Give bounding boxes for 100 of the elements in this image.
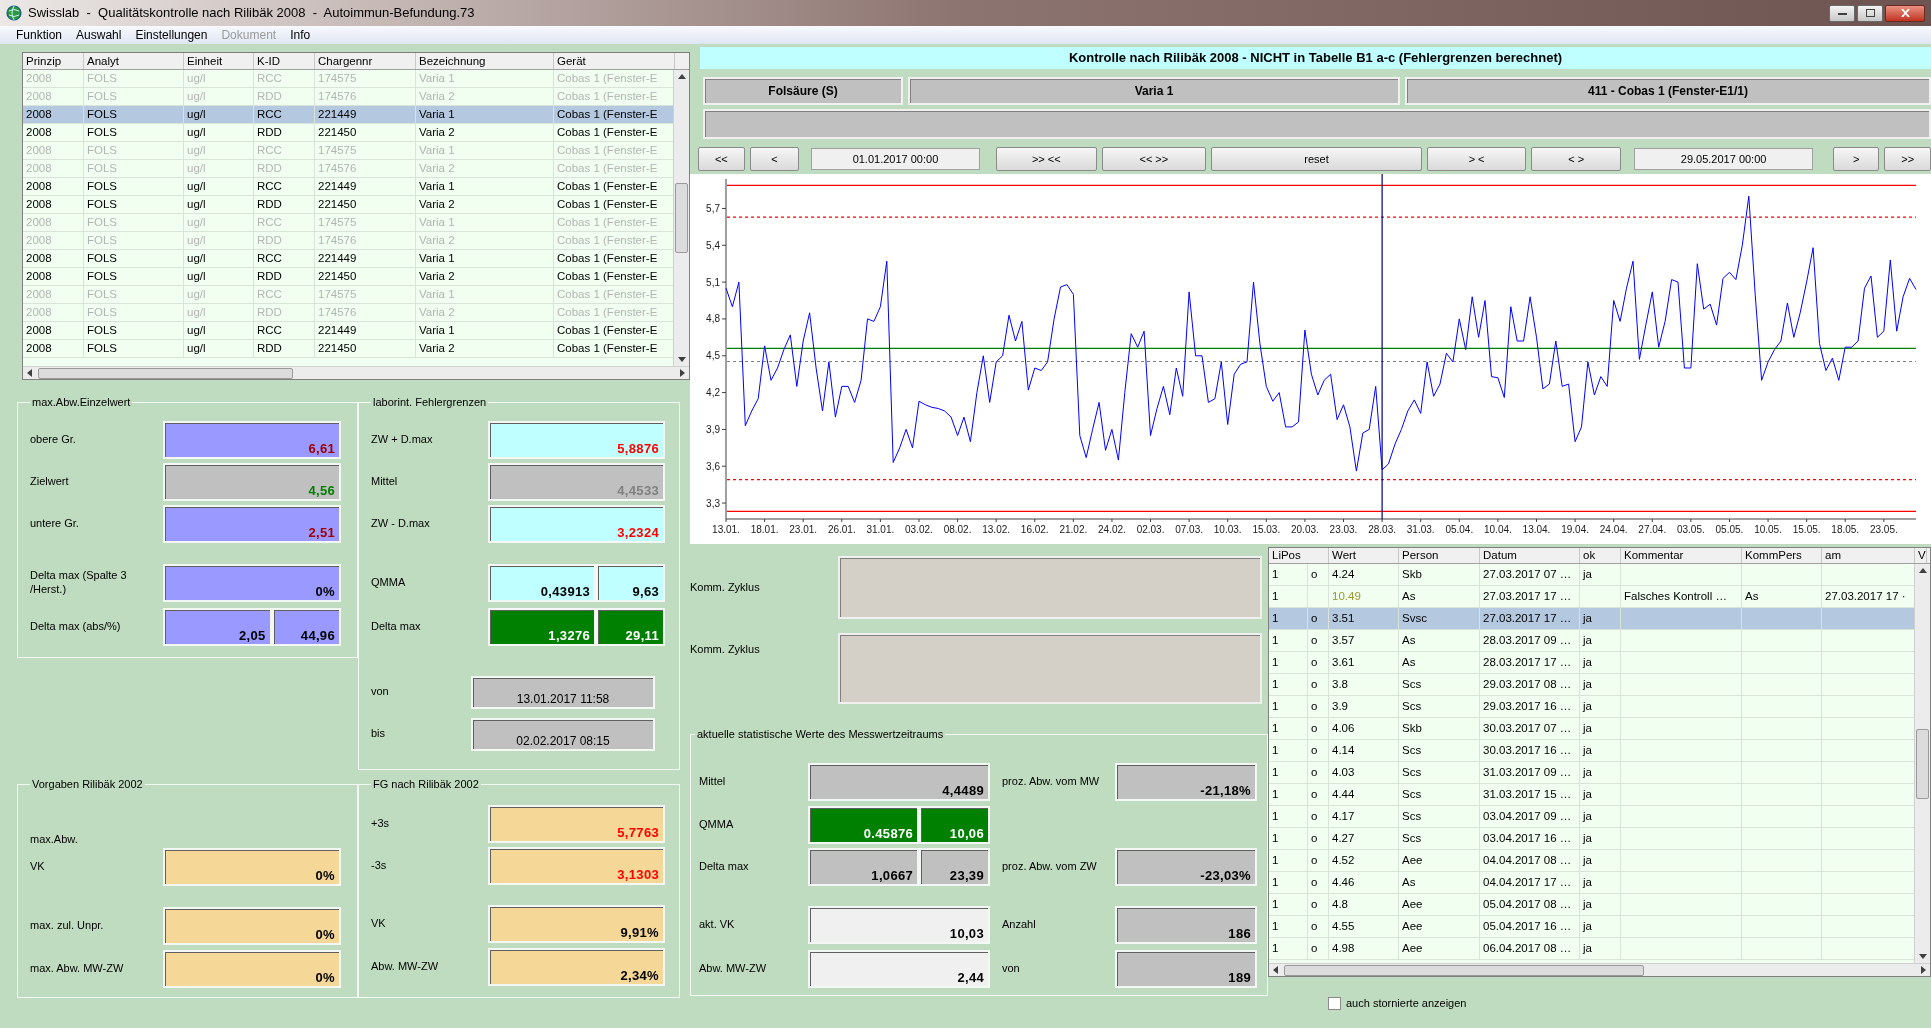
column-header[interactable]: Datum — [1480, 548, 1580, 563]
column-header[interactable]: K-ID — [254, 53, 315, 69]
table-row[interactable]: 1 o 4.24 Skb 27.03.2017 07 … ja — [1269, 564, 1914, 586]
scrollbar-thumb[interactable] — [1916, 728, 1929, 799]
scrollbar-thumb[interactable] — [1284, 964, 1644, 976]
table-row[interactable]: 2008 FOLS ug/l RCC 221449 Varia 1 Cobas 1 (Fenster-E — [23, 178, 673, 196]
table-row[interactable]: 1 o 3.57 As 28.03.2017 09 … ja — [1269, 630, 1914, 652]
table-row[interactable]: 1 o 3.8 Scs 29.03.2017 08 … ja — [1269, 674, 1914, 696]
table-row[interactable]: 2008 FOLS ug/l RDD 221450 Varia 2 Cobas 1 (Fenster-E — [23, 196, 673, 214]
column-header[interactable]: Kommentar — [1621, 548, 1742, 563]
column-header[interactable]: Chargennr — [315, 53, 416, 69]
table-cell: Svsc — [1399, 608, 1480, 629]
column-header[interactable]: Person — [1399, 548, 1480, 563]
table-row[interactable]: 1 o 4.8 Aee 05.04.2017 08 … ja — [1269, 894, 1914, 916]
table-cell: Varia 2 — [416, 196, 554, 213]
table-row[interactable]: 1 o 4.55 Aee 05.04.2017 16 … ja — [1269, 916, 1914, 938]
table-cell: 1 — [1269, 586, 1308, 607]
scrollbar-thumb[interactable] — [38, 367, 293, 379]
table-cell: 4.52 — [1329, 850, 1399, 871]
column-header[interactable]: Bezeichnung — [416, 53, 554, 69]
arrow-up-icon[interactable] — [1918, 568, 1927, 573]
date-input[interactable]: 01.01.2017 00:00 — [811, 148, 980, 170]
nav-button[interactable]: >> << — [995, 147, 1097, 171]
table-row[interactable]: 2008 FOLS ug/l RCC 221449 Varia 1 Cobas 1 (Fenster-E — [23, 106, 673, 124]
horizontal-scrollbar[interactable] — [23, 366, 689, 379]
arrow-down-icon[interactable] — [677, 357, 686, 362]
nav-button[interactable]: << — [698, 147, 745, 171]
minimize-button[interactable] — [1829, 4, 1855, 22]
column-header[interactable]: ok — [1580, 548, 1621, 563]
table-row[interactable]: 1 o 4.27 Scs 03.04.2017 16 … ja — [1269, 828, 1914, 850]
field-label: Abw. MW-ZW — [371, 959, 439, 974]
table-row[interactable]: 1 o 3.61 As 28.03.2017 17 … ja — [1269, 652, 1914, 674]
column-header[interactable]: Einheit — [184, 53, 254, 69]
nav-button[interactable]: >> — [1884, 147, 1931, 171]
menu-item[interactable]: Einstellungen — [135, 26, 208, 44]
vertical-scrollbar[interactable] — [1914, 564, 1930, 963]
arrow-left-icon[interactable] — [27, 369, 32, 377]
horizontal-scrollbar[interactable] — [1269, 963, 1930, 976]
table-cell: 1 — [1269, 806, 1308, 827]
nav-button[interactable]: > < — [1427, 147, 1527, 171]
menu-item[interactable]: Info — [290, 26, 311, 44]
nav-button[interactable]: < > — [1531, 147, 1622, 171]
table-row[interactable]: 2008 FOLS ug/l RDD 221450 Varia 2 Cobas 1 (Fenster-E — [23, 124, 673, 142]
column-header[interactable]: Analyt — [84, 53, 184, 69]
table-row[interactable]: 1 o 3.9 Scs 29.03.2017 16 … ja — [1269, 696, 1914, 718]
menu-item[interactable]: Auswahl — [76, 26, 122, 44]
column-header[interactable]: Gerät — [554, 53, 675, 69]
table-cell: Varia 2 — [416, 232, 554, 249]
arrow-left-icon[interactable] — [1273, 966, 1278, 974]
table-row[interactable]: 1 o 4.98 Aee 06.04.2017 08 … ja — [1269, 938, 1914, 960]
table-row[interactable]: 2008 FOLS ug/l RCC 221449 Varia 1 Cobas 1 (Fenster-E — [23, 322, 673, 340]
table-cell: 3.61 — [1329, 652, 1399, 673]
table-row[interactable]: 1 o 4.52 Aee 04.04.2017 08 … ja — [1269, 850, 1914, 872]
axis-label: 05.05. — [1715, 524, 1744, 535]
vertical-scrollbar[interactable] — [673, 70, 689, 366]
column-header[interactable]: am — [1822, 548, 1915, 563]
table-cell: ja — [1580, 850, 1621, 871]
column-header[interactable]: KommPers — [1742, 548, 1822, 563]
table-row[interactable]: 1 o 4.06 Skb 30.03.2017 07 … ja — [1269, 718, 1914, 740]
table-cell: Varia 2 — [416, 268, 554, 285]
column-header[interactable]: LiPos — [1269, 548, 1329, 563]
close-button[interactable] — [1885, 4, 1925, 22]
comment-field[interactable] — [838, 633, 1262, 704]
scrollbar-thumb[interactable] — [675, 183, 688, 253]
field-label: ZW + D.max — [371, 432, 434, 447]
arrow-right-icon[interactable] — [680, 369, 685, 377]
maximize-button[interactable] — [1857, 4, 1883, 22]
table-row[interactable]: 1 o 4.17 Scs 03.04.2017 09 … ja — [1269, 806, 1914, 828]
column-header[interactable]: V — [1915, 548, 1927, 563]
arrow-down-icon[interactable] — [1918, 954, 1927, 959]
axis-label: 10.03. — [1213, 524, 1242, 535]
nav-button[interactable]: < — [749, 147, 800, 171]
column-header[interactable]: Prinzip — [23, 53, 84, 69]
table-row[interactable]: 2008 FOLS ug/l RCC 221449 Varia 1 Cobas 1 (Fenster-E — [23, 250, 673, 268]
table-row[interactable]: 1 o 4.14 Scs 30.03.2017 16 … ja — [1269, 740, 1914, 762]
nav-button[interactable]: reset — [1210, 147, 1423, 171]
column-header[interactable]: Wert — [1329, 548, 1399, 563]
table-row[interactable]: 2008 FOLS ug/l RDD 221450 Varia 2 Cobas 1 (Fenster-E — [23, 268, 673, 286]
table-cell: 27.03.2017 17 … — [1480, 608, 1580, 629]
nav-button[interactable]: > — [1832, 147, 1880, 171]
value-text: 1,0667 — [871, 868, 914, 883]
table-cell: 1 — [1269, 674, 1308, 695]
comment-field[interactable] — [838, 556, 1262, 619]
table-row[interactable]: 2008 FOLS ug/l RDD 221450 Varia 2 Cobas 1 (Fenster-E — [23, 340, 673, 358]
axis-label: 03.02. — [905, 524, 933, 535]
nav-button[interactable]: << >> — [1101, 147, 1206, 171]
axis-label: 13.04. — [1522, 524, 1551, 535]
arrow-up-icon[interactable] — [677, 74, 686, 79]
menu-item[interactable]: Funktion — [16, 26, 63, 44]
table-row[interactable]: 1 o 4.44 Scs 31.03.2017 15 … ja — [1269, 784, 1914, 806]
chart-title: Kontrolle nach Rilibäk 2008 - NICHT in Tabelle B1 a-c (Fehlergrenzen berechnet) — [700, 47, 1931, 69]
table-row[interactable]: 1 o 4.03 Scs 31.03.2017 09 … ja — [1269, 762, 1914, 784]
field-label: Delta max — [371, 619, 422, 634]
date-input[interactable]: 29.05.2017 00:00 — [1634, 148, 1813, 170]
table-row[interactable]: 1 o 3.51 Svsc 27.03.2017 17 … ja — [1269, 608, 1914, 630]
field-label: Delta max (abs/%) — [30, 619, 122, 634]
checkbox[interactable] — [1328, 996, 1341, 1010]
table-row[interactable]: 1 o 4.46 As 04.04.2017 17 … ja — [1269, 872, 1914, 894]
axis-label: 28.03. — [1368, 524, 1396, 535]
arrow-right-icon[interactable] — [1921, 966, 1926, 974]
